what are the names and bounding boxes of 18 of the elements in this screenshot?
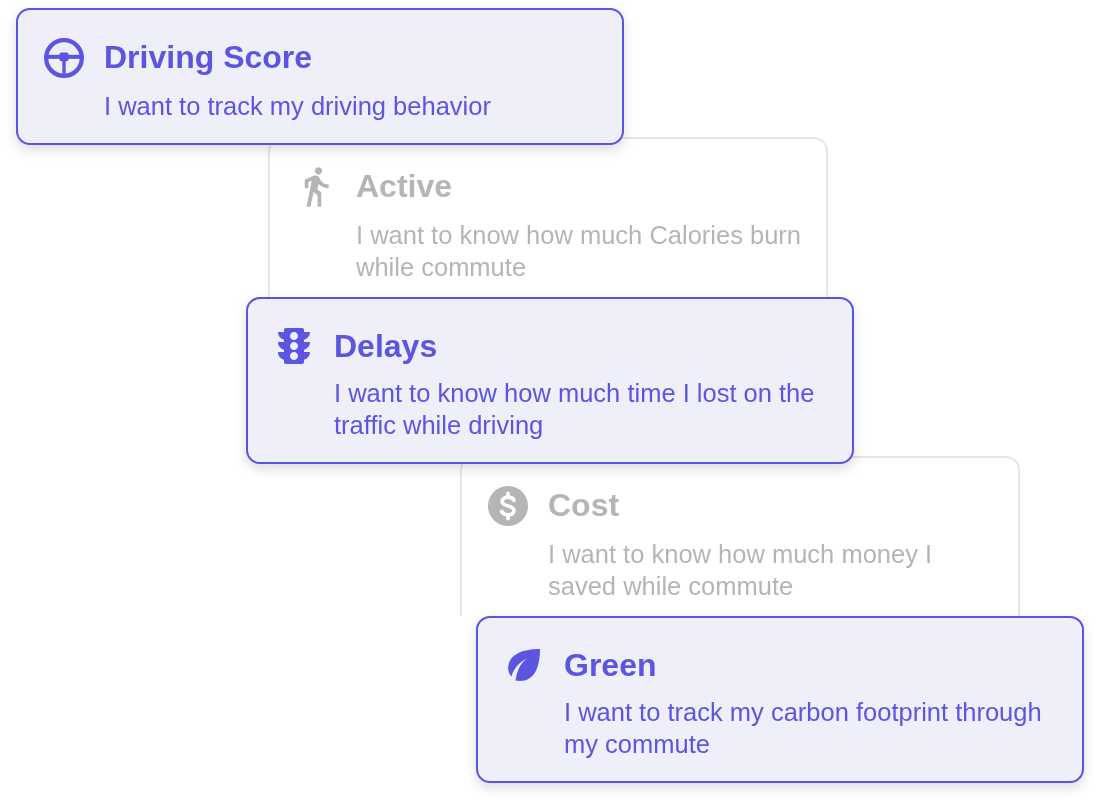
leaf-icon: [508, 649, 540, 681]
card-title: Driving Score: [104, 38, 314, 77]
card-description: I want to track my carbon footprint through my commute: [564, 697, 1043, 760]
option-card[interactable]: Delays I want to know how much time I lost on the traffic while driving: [246, 297, 854, 464]
dollar-coin-icon: [488, 486, 528, 526]
option-card[interactable]: Driving Score I want to track my driving behavior: [16, 8, 624, 145]
card-description: I want to know how much Calories burn while commute: [356, 220, 803, 283]
card-description: I want to know how much money I saved while commute: [548, 539, 934, 602]
card-description: I want to know how much time I lost on the traffic while driving: [334, 378, 816, 441]
option-card[interactable]: Green I want to track my carbon footprint through my commute: [476, 616, 1084, 783]
card-title: Active: [356, 167, 454, 206]
card-title: Green: [564, 646, 658, 684]
traffic-light-icon: [278, 328, 310, 364]
card-description: I want to track my driving behavior: [104, 91, 492, 122]
steering-wheel-icon: [44, 38, 84, 78]
card-title: Delays: [334, 327, 439, 365]
card-title: Cost: [548, 486, 621, 525]
walking-person-icon: [303, 167, 329, 207]
